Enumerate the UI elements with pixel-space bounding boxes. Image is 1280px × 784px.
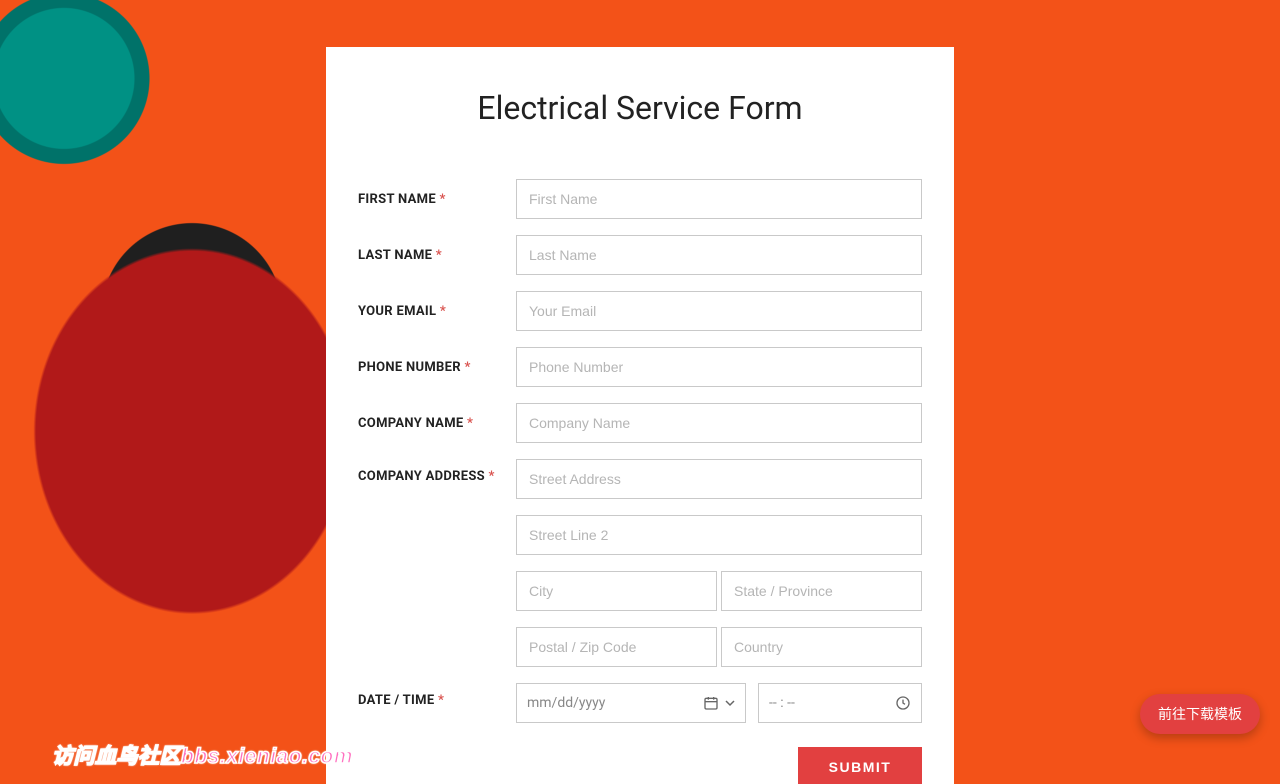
required-mark: * [489, 469, 495, 484]
time-placeholder: -- : -- [769, 695, 795, 711]
input-date[interactable]: mm/dd/yyyy [516, 683, 746, 723]
row-first-name: FIRST NAME * [358, 179, 922, 219]
row-last-name: LAST NAME * [358, 235, 922, 275]
input-first-name[interactable] [516, 179, 922, 219]
label-phone-text: PHONE NUMBER [358, 360, 461, 375]
chevron-down-icon [725, 698, 735, 708]
input-street-address[interactable] [516, 459, 922, 499]
label-company-address-text: COMPANY ADDRESS [358, 469, 485, 484]
input-last-name[interactable] [516, 235, 922, 275]
date-placeholder: mm/dd/yyyy [527, 695, 605, 711]
required-mark: * [436, 248, 442, 263]
submit-button[interactable]: SUBMIT [798, 747, 922, 784]
label-datetime: DATE / TIME * [358, 683, 516, 708]
label-datetime-text: DATE / TIME [358, 693, 434, 708]
input-time[interactable]: -- : -- [758, 683, 922, 723]
input-street-line-2[interactable] [516, 515, 922, 555]
input-phone[interactable] [516, 347, 922, 387]
row-phone: PHONE NUMBER * [358, 347, 922, 387]
required-mark: * [438, 693, 444, 708]
row-company-address: COMPANY ADDRESS * [358, 459, 922, 667]
required-mark: * [467, 416, 473, 431]
label-email: YOUR EMAIL * [358, 304, 516, 319]
required-mark: * [464, 360, 470, 375]
input-email[interactable] [516, 291, 922, 331]
input-country[interactable] [721, 627, 922, 667]
download-template-button[interactable]: 前往下载模板 [1140, 694, 1260, 734]
clock-icon [895, 695, 911, 711]
label-last-name-text: LAST NAME [358, 248, 432, 263]
label-company-name: COMPANY NAME * [358, 416, 516, 431]
input-city[interactable] [516, 571, 717, 611]
row-datetime: DATE / TIME * mm/dd/yyyy -- : -- [358, 683, 922, 723]
label-company-address: COMPANY ADDRESS * [358, 459, 516, 484]
required-mark: * [439, 192, 445, 207]
label-last-name: LAST NAME * [358, 248, 516, 263]
required-mark: * [440, 304, 446, 319]
form-card: Electrical Service Form FIRST NAME * LAS… [326, 47, 954, 784]
label-first-name: FIRST NAME * [358, 192, 516, 207]
input-company-name[interactable] [516, 403, 922, 443]
row-email: YOUR EMAIL * [358, 291, 922, 331]
form-title: Electrical Service Form [358, 89, 922, 127]
watermark-text: 访问血鸟社区bbs.xieniao.com免费下载更多内容 [52, 740, 525, 770]
form-body: FIRST NAME * LAST NAME * YOUR EMAIL * PH… [358, 179, 922, 784]
label-phone: PHONE NUMBER * [358, 360, 516, 375]
label-first-name-text: FIRST NAME [358, 192, 436, 207]
label-company-name-text: COMPANY NAME [358, 416, 464, 431]
label-email-text: YOUR EMAIL [358, 304, 436, 319]
row-company-name: COMPANY NAME * [358, 403, 922, 443]
input-state[interactable] [721, 571, 922, 611]
input-postal[interactable] [516, 627, 717, 667]
calendar-icon [703, 695, 719, 711]
